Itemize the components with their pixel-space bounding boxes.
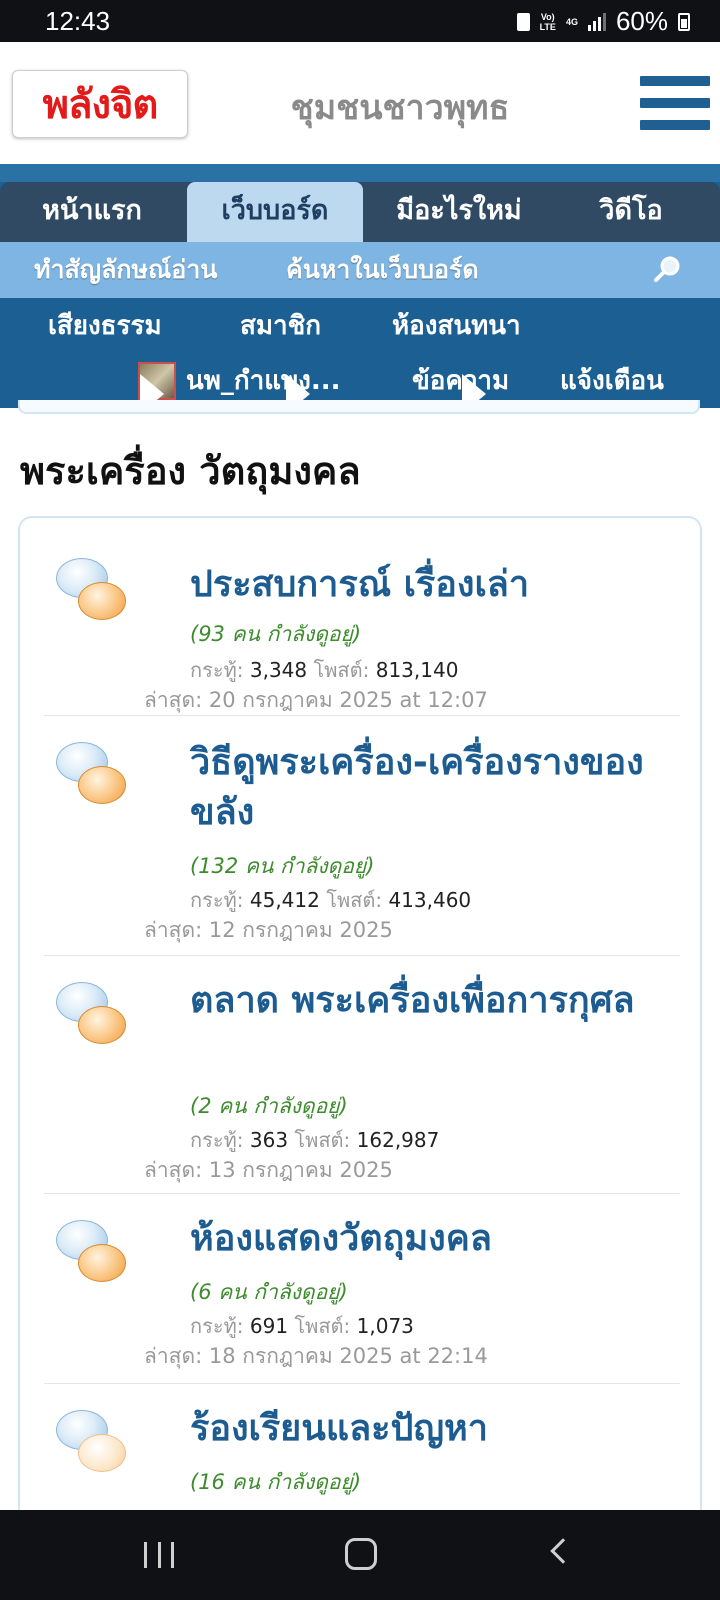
signal-icon bbox=[587, 12, 606, 31]
forum-stats: กระทู้: 3,348 โพสต์: 813,140 bbox=[190, 658, 459, 682]
forum-last-post[interactable]: ล่าสุด: 12 กรกฎาคม 2025 bbox=[144, 914, 393, 947]
forum-online-count: (16 คน กำลังดูอยู่) bbox=[190, 1470, 362, 1494]
home-icon[interactable] bbox=[345, 1538, 377, 1570]
forum-online-count: (6 คน กำลังดูอยู่) bbox=[190, 1280, 348, 1304]
mark-read-link[interactable]: ทำสัญลักษณ์อ่าน bbox=[34, 242, 217, 298]
forum-title[interactable]: ประสบการณ์ เรื่องเล่า bbox=[190, 560, 660, 610]
forum-online-count: (2 คน กำลังดูอยู่) bbox=[190, 1094, 348, 1118]
forum-chat-bubble-icon bbox=[56, 558, 126, 624]
battery-icon bbox=[678, 12, 690, 31]
battery-percent: 60% bbox=[615, 6, 668, 36]
tab-forum[interactable]: เว็บบอร์ด bbox=[187, 182, 363, 242]
forum-online-count: (93 คน กำลังดูอยู่) bbox=[190, 622, 362, 646]
logo-text: พลังจิต bbox=[42, 82, 159, 128]
hamburger-menu-icon[interactable] bbox=[640, 76, 710, 136]
volte-icon: Vo) LTE bbox=[539, 11, 556, 32]
page-title: พระเครื่อง วัตถุมงคล bbox=[20, 449, 361, 493]
system-navigation-bar bbox=[0, 1510, 720, 1600]
search-icon[interactable] bbox=[652, 254, 682, 284]
forum-chat-bubble-icon bbox=[56, 982, 126, 1048]
forum-title[interactable]: วิธีดูพระเครื่อง-เครื่องรางของขลัง bbox=[190, 738, 660, 838]
nav-members[interactable]: สมาชิก bbox=[240, 298, 321, 354]
forum-last-post[interactable]: ล่าสุด: 13 กรกฎาคม 2025 bbox=[144, 1154, 393, 1187]
site-header: พลังจิต ชุมชนชาวพุทธ bbox=[0, 42, 720, 164]
forum-stats: กระทู้: 691 โพสต์: 1,073 bbox=[190, 1314, 414, 1338]
nav-dharma-audio[interactable]: เสียงธรรม bbox=[48, 298, 162, 354]
status-time: 12:43 bbox=[45, 6, 111, 36]
site-logo[interactable]: พลังจิต bbox=[12, 70, 188, 138]
forum-chat-bubble-icon bbox=[56, 1410, 126, 1476]
forum-last-post[interactable]: ล่าสุด: 20 กรกฎาคม 2025 at 12:07 bbox=[144, 684, 488, 717]
nav-row-secondary: เสียงธรรม สมาชิก ห้องสนทนา bbox=[0, 298, 720, 354]
forum-title[interactable]: ตลาด พระเครื่องเพื่อการกุศล bbox=[190, 976, 660, 1026]
forum-chat-bubble-icon bbox=[56, 1220, 126, 1286]
search-forum-link[interactable]: ค้นหาในเว็บบอร์ด bbox=[286, 242, 479, 298]
sub-navigation: ทำสัญลักษณ์อ่าน ค้นหาในเว็บบอร์ด bbox=[0, 242, 720, 298]
forum-online-count: (132 คน กำลังดูอยู่) bbox=[190, 854, 375, 878]
forum-item[interactable]: วิธีดูพระเครื่อง-เครื่องรางของขลัง (132 … bbox=[44, 716, 680, 956]
nav-top-strip bbox=[0, 164, 720, 182]
network-type-icon: 4G bbox=[565, 16, 578, 27]
status-icons: Vo) LTE 4G 60% bbox=[516, 6, 690, 37]
message-notification-icon bbox=[516, 12, 530, 31]
forum-title[interactable]: ห้องแสดงวัตถุมงคล bbox=[190, 1214, 660, 1264]
forum-item[interactable]: ประสบการณ์ เรื่องเล่า (93 คน กำลังดูอยู่… bbox=[44, 532, 680, 716]
tab-video[interactable]: วิดีโอ bbox=[556, 182, 706, 242]
forum-last-post[interactable]: ล่าสุด: 18 กรกฎาคม 2025 at 22:14 bbox=[144, 1340, 488, 1373]
nav-tabs: หน้าแรก เว็บบอร์ด มีอะไรใหม่ วิดีโอ bbox=[0, 182, 720, 242]
nav-bottom-edge bbox=[18, 400, 700, 414]
forum-stats: กระทู้: 363 โพสต์: 162,987 bbox=[190, 1128, 440, 1152]
forum-stats: กระทู้: 45,412 โพสต์: 413,460 bbox=[190, 888, 472, 912]
back-icon[interactable] bbox=[550, 1538, 576, 1564]
site-title: ชุมชนชาวพุทธ bbox=[290, 88, 510, 128]
forum-item[interactable]: ห้องแสดงวัตถุมงคล (6 คน กำลังดูอยู่) กระ… bbox=[44, 1194, 680, 1384]
nav-chat-room[interactable]: ห้องสนทนา bbox=[392, 298, 521, 354]
status-bar: 12:43 Vo) LTE 4G 60% bbox=[0, 0, 720, 42]
forum-chat-bubble-icon bbox=[56, 742, 126, 808]
forum-list: ประสบการณ์ เรื่องเล่า (93 คน กำลังดูอยู่… bbox=[18, 516, 702, 1600]
main-navigation: หน้าแรก เว็บบอร์ด มีอะไรใหม่ วิดีโอ ทำสั… bbox=[0, 164, 720, 408]
forum-title[interactable]: ร้องเรียนและปัญหา bbox=[190, 1404, 660, 1454]
forum-item[interactable]: ตลาด พระเครื่องเพื่อการกุศล (2 คน กำลังด… bbox=[44, 956, 680, 1194]
tab-whats-new[interactable]: มีอะไรใหม่ bbox=[366, 182, 552, 242]
tab-home[interactable]: หน้าแรก bbox=[0, 182, 184, 242]
recent-apps-icon[interactable] bbox=[144, 1542, 174, 1568]
